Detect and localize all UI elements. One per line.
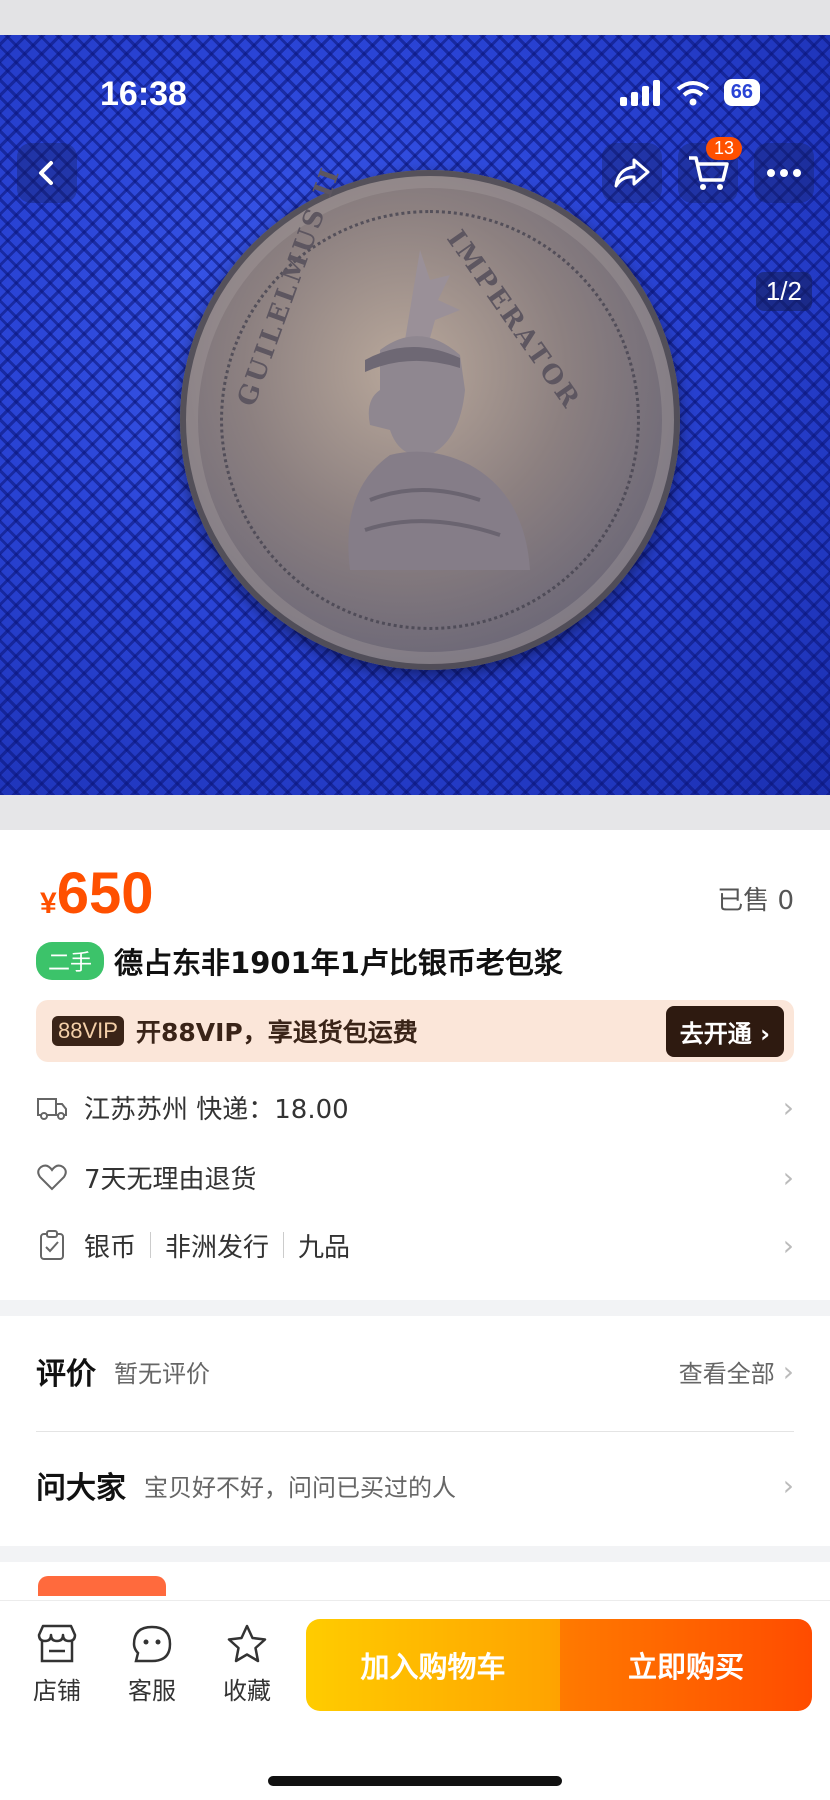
heart-shield-icon — [37, 1164, 67, 1191]
cart-count-badge: 13 — [705, 137, 742, 160]
attribute-material: 银币 — [84, 1232, 137, 1263]
title-row: 二手 德占东非1901年1卢比银币老包浆 — [36, 940, 563, 982]
secondhand-tag: 二手 — [36, 942, 105, 980]
share-icon — [614, 158, 650, 188]
reviews-qa-card: 评价 暂无评价 查看全部 › 问大家 宝贝好不好，问问已买过的人 › — [0, 1316, 830, 1546]
add-to-cart-button[interactable]: 加入购物车 — [306, 1619, 560, 1711]
customer-service-button[interactable]: 客服 — [112, 1623, 192, 1706]
buy-now-button[interactable]: 立即购买 — [560, 1619, 812, 1711]
vip-promo-text: 开88VIP，享退货包运费 — [135, 1018, 418, 1047]
chevron-left-icon — [39, 161, 53, 185]
price-value: 650 — [56, 861, 154, 926]
ask-everyone-prompt: 宝贝好不好，问问已买过的人 — [144, 1473, 456, 1502]
chevron-right-icon: › — [782, 1468, 794, 1502]
section-gap — [0, 1546, 830, 1562]
divider — [283, 1232, 285, 1258]
price: ¥650 — [40, 860, 153, 927]
chevron-right-icon: › — [782, 1090, 794, 1124]
vip-open-button[interactable]: 去开通 › — [665, 1005, 784, 1057]
shipping-text: 江苏苏州 快递：18.00 — [84, 1094, 349, 1125]
chat-face-icon — [132, 1625, 172, 1663]
vip-badge: 88VIP — [52, 1016, 124, 1046]
product-title: 德占东非1901年1卢比银币老包浆 — [114, 946, 563, 980]
reviews-empty-text: 暂无评价 — [114, 1359, 210, 1388]
back-button[interactable] — [17, 143, 77, 203]
view-all-link[interactable]: 查看全部 — [679, 1354, 775, 1389]
favorite-label: 收藏 — [223, 1677, 271, 1705]
vip-promo-bar[interactable]: 88VIP 开88VIP，享退货包运费 去开通 › — [36, 1000, 794, 1062]
cart-button[interactable]: 13 — [678, 137, 742, 203]
star-icon — [227, 1624, 267, 1663]
ask-everyone-title: 问大家 — [36, 1471, 126, 1506]
currency-symbol: ¥ — [40, 887, 57, 920]
store-icon — [37, 1624, 77, 1663]
favorite-button[interactable]: 收藏 — [207, 1623, 287, 1706]
section-gap — [0, 1300, 830, 1316]
top-strip — [0, 0, 830, 35]
battery-indicator: 66 — [723, 79, 760, 106]
next-section-peek — [0, 1562, 830, 1602]
product-info-card: ¥650 已售 0 二手 德占东非1901年1卢比银币老包浆 88VIP 开88… — [0, 830, 830, 1300]
status-icons: 66 — [619, 79, 760, 106]
divider — [150, 1232, 152, 1258]
truck-icon — [37, 1098, 67, 1120]
store-button[interactable]: 店铺 — [17, 1623, 97, 1706]
attributes-row[interactable]: 银币 非洲发行 九品 › — [36, 1220, 794, 1270]
emperor-bust-graphic — [348, 250, 530, 570]
returns-row[interactable]: 7天无理由退货 › — [36, 1152, 794, 1202]
ask-everyone-row[interactable]: 问大家 宝贝好不好，问问已买过的人 › — [36, 1450, 794, 1520]
next-section-tag — [38, 1576, 166, 1596]
reviews-title: 评价 — [36, 1357, 96, 1392]
share-button[interactable] — [602, 143, 662, 203]
status-time: 16:38 — [100, 75, 187, 113]
customer-service-label: 客服 — [128, 1677, 176, 1705]
attribute-condition: 九品 — [298, 1232, 351, 1263]
attribute-origin: 非洲发行 — [165, 1232, 270, 1263]
attributes-list: 银币 非洲发行 九品 — [84, 1227, 783, 1264]
sold-count: 已售 0 — [717, 886, 794, 916]
chevron-right-icon: › — [782, 1354, 794, 1388]
signal-icon — [619, 79, 660, 106]
bottom-action-bar: 店铺 客服 收藏 加入购物车 立即购买 — [0, 1600, 830, 1800]
shipping-row[interactable]: 江苏苏州 快递：18.00 › — [36, 1082, 794, 1132]
returns-text: 7天无理由退货 — [84, 1164, 257, 1195]
image-page-indicator: 1/2 — [755, 272, 812, 311]
reviews-row[interactable]: 评价 暂无评价 查看全部 › — [36, 1336, 794, 1406]
chevron-right-icon: › — [782, 1228, 794, 1262]
more-icon — [767, 169, 801, 177]
divider — [36, 1431, 794, 1432]
wifi-icon — [676, 80, 709, 105]
clipboard-icon — [40, 1230, 64, 1260]
chevron-right-icon: › — [782, 1160, 794, 1194]
home-indicator[interactable] — [268, 1776, 562, 1786]
more-button[interactable] — [754, 143, 814, 203]
product-image[interactable]: GUILELMUS II IMPERATOR 16:38 66 13 1/2 — [0, 35, 830, 795]
coin-image: GUILELMUS II IMPERATOR — [180, 162, 680, 670]
store-label: 店铺 — [33, 1677, 81, 1705]
